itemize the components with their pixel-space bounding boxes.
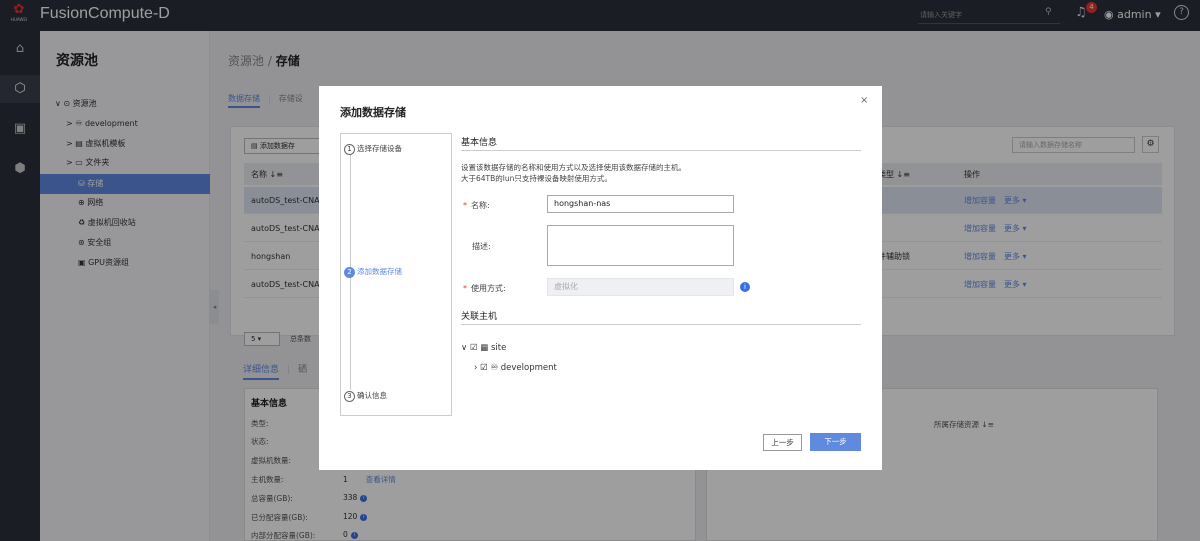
previous-button[interactable]: 上一步: [763, 434, 802, 451]
label-text: 使用方式:: [471, 284, 506, 293]
host-label: development: [500, 363, 557, 373]
usage-label: * 使用方式:: [463, 284, 506, 293]
info-icon[interactable]: i: [740, 282, 750, 292]
host-label: site: [491, 343, 507, 353]
close-icon[interactable]: ×: [860, 95, 868, 106]
usage-mode-select[interactable]: 虚拟化: [547, 278, 734, 296]
step-select-device: 1 选择存储设备: [344, 143, 402, 155]
step-number: 1: [344, 144, 355, 155]
section-basic-info: 基本信息: [461, 135, 861, 151]
step-number: 2: [344, 267, 355, 278]
step-add-datastore: 2 添加数据存储: [344, 266, 402, 278]
site-icon: ▦: [480, 343, 489, 353]
step-number: 3: [344, 391, 355, 402]
chevron-right-icon[interactable]: ›: [474, 363, 477, 373]
description-line: 设置该数据存储的名称和使用方式以及选择使用该数据存储的主机。: [461, 163, 686, 172]
checkbox[interactable]: ☑: [480, 363, 488, 373]
step-label: 选择存储设备: [357, 144, 402, 153]
next-button[interactable]: 下一步: [810, 433, 861, 451]
checkbox[interactable]: ☑: [470, 343, 478, 353]
host-tree-development[interactable]: › ☑ ♾ development: [474, 363, 557, 373]
description-line: 大于64TB的lun只支持裸设备映射使用方式。: [461, 174, 612, 183]
section-associated-hosts: 关联主机: [461, 309, 861, 325]
step-label: 添加数据存储: [357, 267, 402, 276]
label-text: 名称:: [471, 201, 490, 210]
name-input[interactable]: hongshan-nas: [547, 195, 734, 213]
step-label: 确认信息: [357, 391, 387, 400]
chevron-down-icon[interactable]: ∨: [461, 343, 467, 353]
description-textarea[interactable]: [547, 225, 734, 266]
cluster-icon: ♾: [490, 363, 499, 373]
host-tree-site[interactable]: ∨ ☑ ▦ site: [461, 343, 506, 353]
step-confirm: 3 确认信息: [344, 390, 387, 402]
desc-label: 描述:: [472, 242, 491, 251]
dialog-title: 添加数据存储: [340, 106, 406, 119]
name-label: * 名称:: [463, 201, 490, 210]
